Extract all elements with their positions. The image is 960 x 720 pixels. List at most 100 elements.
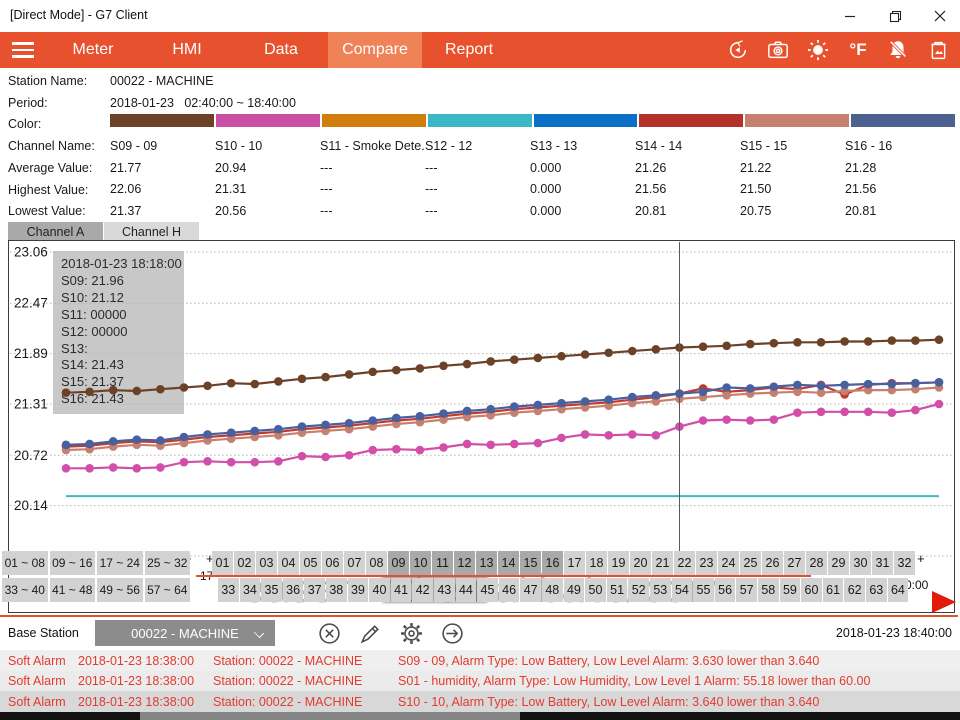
channel-cell-28[interactable]: 28 [806,551,827,575]
color-swatch-s11[interactable] [322,114,426,127]
channel-cell-04[interactable]: 04 [278,551,299,575]
channel-cell-64[interactable]: 64 [888,578,909,602]
channel-cell-52[interactable]: 52 [628,578,649,602]
channel-cell-12[interactable]: 12 [454,551,475,575]
channel-cell-17[interactable]: 17 [564,551,585,575]
channel-cell-49[interactable]: 49 [564,578,585,602]
color-swatch-s10[interactable] [216,114,320,127]
channel-cell-48[interactable]: 48 [542,578,563,602]
channel-cell-32[interactable]: 32 [894,551,915,575]
channel-cell-31[interactable]: 31 [872,551,893,575]
channel-cell-34[interactable]: 34 [240,578,261,602]
alarm-row[interactable]: Soft Alarm2018-01-23 18:38:00Station: 00… [0,691,960,712]
channel-cell-59[interactable]: 59 [780,578,801,602]
channel-cell-14[interactable]: 14 [498,551,519,575]
channel-cell-07[interactable]: 07 [344,551,365,575]
color-swatch-s14[interactable] [639,114,743,127]
channel-cell-45[interactable]: 45 [477,578,498,602]
channel-cell-10[interactable]: 10 [410,551,431,575]
channel-group-49-56[interactable]: 49 ~ 56 [97,578,143,602]
channel-group-57-64[interactable]: 57 ~ 64 [145,578,191,602]
tab-channel-a[interactable]: Channel A [8,222,103,241]
close-button[interactable] [923,0,957,32]
channel-cell-41[interactable]: 41 [391,578,412,602]
channel-cell-57[interactable]: 57 [736,578,757,602]
alarm-row[interactable]: Soft Alarm2018-01-23 18:38:00Station: 00… [0,650,960,671]
channel-cell-60[interactable]: 60 [801,578,822,602]
channel-cell-55[interactable]: 55 [693,578,714,602]
hamburger-menu-icon[interactable] [0,32,46,68]
channel-cell-02[interactable]: 02 [234,551,255,575]
edit-pencil-icon[interactable] [357,620,383,646]
temperature-unit-toggle[interactable]: °F [846,38,870,62]
channel-group-17-24[interactable]: 17 ~ 24 [97,551,143,575]
base-station-dropdown[interactable]: 00022 - MACHINE [95,620,275,646]
channel-cell-23[interactable]: 23 [696,551,717,575]
color-swatch-s16[interactable] [851,114,955,127]
channel-cell-46[interactable]: 46 [499,578,520,602]
channel-cell-16[interactable]: 16 [542,551,563,575]
go-arrow-circle-icon[interactable] [439,620,465,646]
restore-button[interactable] [878,0,912,32]
channel-group-33-40[interactable]: 33 ~ 40 [2,578,48,602]
settings-gear-icon[interactable] [398,620,424,646]
next-page-arrow-icon[interactable] [932,591,956,613]
color-swatch-s13[interactable] [534,114,638,127]
channel-cell-62[interactable]: 62 [844,578,865,602]
channel-group-25-32[interactable]: 25 ~ 32 [145,551,191,575]
channel-cell-54[interactable]: 54 [672,578,693,602]
channel-cell-03[interactable]: 03 [256,551,277,575]
image-bin-icon[interactable] [926,38,950,62]
channel-cell-27[interactable]: 27 [784,551,805,575]
menu-item-compare[interactable]: Compare [328,32,422,68]
channel-cell-24[interactable]: 24 [718,551,739,575]
channel-cell-53[interactable]: 53 [650,578,671,602]
channel-cell-50[interactable]: 50 [585,578,606,602]
channel-cell-22[interactable]: 22 [674,551,695,575]
menu-item-meter[interactable]: Meter [46,32,140,68]
channel-cell-08[interactable]: 08 [366,551,387,575]
channel-group-01-08[interactable]: 01 ~ 08 [2,551,48,575]
channel-cell-42[interactable]: 42 [412,578,433,602]
channel-cell-39[interactable]: 39 [348,578,369,602]
channel-cell-36[interactable]: 36 [283,578,304,602]
sync-icon[interactable] [726,38,750,62]
channel-group-09-16[interactable]: 09 ~ 16 [50,551,96,575]
channel-cell-44[interactable]: 44 [456,578,477,602]
channel-cell-29[interactable]: 29 [828,551,849,575]
channel-cell-56[interactable]: 56 [715,578,736,602]
tab-channel-h[interactable]: Channel H [104,222,199,241]
channel-cell-18[interactable]: 18 [586,551,607,575]
alarm-row[interactable]: Soft Alarm2018-01-23 18:38:00Station: 00… [0,671,960,692]
channel-cell-47[interactable]: 47 [520,578,541,602]
channel-group-41-48[interactable]: 41 ~ 48 [50,578,96,602]
channel-cell-11[interactable]: 11 [432,551,453,575]
camera-icon[interactable] [766,38,790,62]
channel-cell-05[interactable]: 05 [300,551,321,575]
channel-cell-40[interactable]: 40 [369,578,390,602]
channel-cell-33[interactable]: 33 [218,578,239,602]
color-swatch-s09[interactable] [110,114,214,127]
color-swatch-s15[interactable] [745,114,849,127]
brightness-sun-icon[interactable] [806,38,830,62]
channel-cell-13[interactable]: 13 [476,551,497,575]
channel-cell-43[interactable]: 43 [434,578,455,602]
channel-cell-35[interactable]: 35 [261,578,282,602]
menu-item-report[interactable]: Report [422,32,516,68]
channel-cell-63[interactable]: 63 [866,578,887,602]
channel-cell-26[interactable]: 26 [762,551,783,575]
channel-cell-25[interactable]: 25 [740,551,761,575]
channel-cell-19[interactable]: 19 [608,551,629,575]
alarm-mute-bell-icon[interactable] [886,38,910,62]
channel-cell-01[interactable]: 01 [212,551,233,575]
channel-cell-61[interactable]: 61 [823,578,844,602]
channel-cell-06[interactable]: 06 [322,551,343,575]
channel-cell-30[interactable]: 30 [850,551,871,575]
channel-cell-21[interactable]: 21 [652,551,673,575]
channel-cell-37[interactable]: 37 [304,578,325,602]
cancel-circle-icon[interactable] [316,620,342,646]
menu-item-hmi[interactable]: HMI [140,32,234,68]
minimize-button[interactable] [833,0,867,32]
channel-cell-38[interactable]: 38 [326,578,347,602]
channel-cell-51[interactable]: 51 [607,578,628,602]
